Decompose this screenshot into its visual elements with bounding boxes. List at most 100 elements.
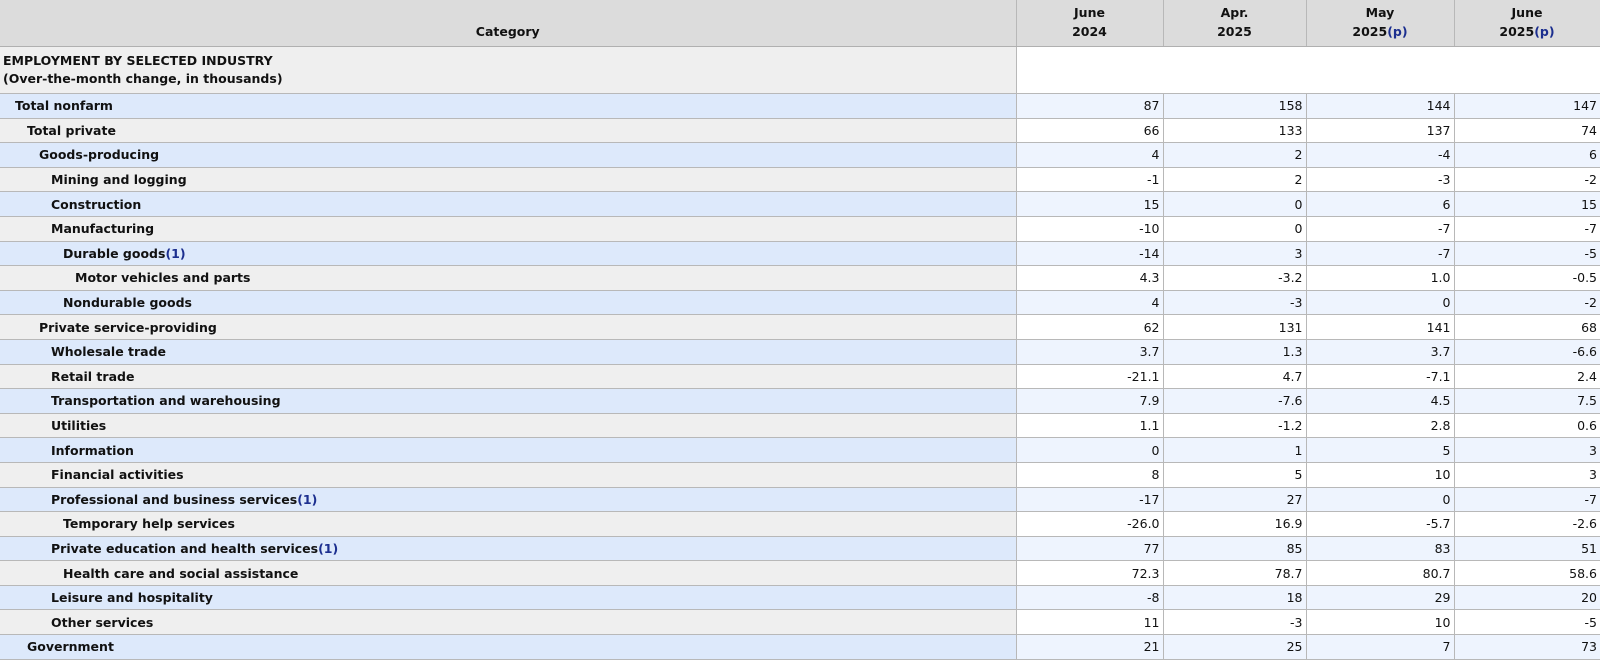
row-label: Other services xyxy=(0,609,1017,636)
table-row: Government 21 25 7 73 xyxy=(0,634,1600,660)
table-cell: 62 xyxy=(1016,314,1164,340)
table-cell: 0 xyxy=(1016,437,1164,463)
column-header-year: 2024 xyxy=(1072,24,1107,39)
table-cell: 2.8 xyxy=(1306,413,1455,439)
table-row: Total private 66 133 137 74 xyxy=(0,118,1600,144)
table-row: Manufacturing -10 0 -7 -7 xyxy=(0,216,1600,242)
row-label: Retail trade xyxy=(0,364,1017,390)
section-heading: EMPLOYMENT BY SELECTED INDUSTRY (Over-th… xyxy=(0,46,1017,94)
column-header-category-label: Category xyxy=(475,24,540,39)
table-cell: 27 xyxy=(1163,487,1307,513)
table-cell: 18 xyxy=(1163,585,1307,611)
row-label: Financial activities xyxy=(0,462,1017,488)
row-label: Goods-producing xyxy=(0,142,1017,168)
table-cell: 85 xyxy=(1163,536,1307,562)
table-cell: 133 xyxy=(1163,118,1307,144)
row-label: Leisure and hospitality xyxy=(0,585,1017,611)
row-label: Professional and business services(1) xyxy=(0,487,1017,513)
column-header-june-2025: June 2025(p) xyxy=(1454,0,1600,47)
table-cell: 10 xyxy=(1306,609,1455,636)
table-cell: 11 xyxy=(1016,609,1164,636)
table-cell: -17 xyxy=(1016,487,1164,513)
table-cell: 7 xyxy=(1306,634,1455,660)
table-row: Construction 15 0 6 15 xyxy=(0,191,1600,217)
preliminary-footnote-link[interactable]: (p) xyxy=(1387,24,1407,39)
table-row: Financial activities 8 5 10 3 xyxy=(0,462,1600,488)
column-header-month: May xyxy=(1365,5,1395,20)
table-cell: -5 xyxy=(1454,241,1600,267)
table-cell: 4.7 xyxy=(1163,364,1307,390)
table-cell: -3 xyxy=(1163,290,1307,316)
table-cell: -1 xyxy=(1016,167,1164,193)
table-row: Health care and social assistance 72.3 78.… xyxy=(0,560,1600,586)
table-cell: -3 xyxy=(1163,609,1307,636)
footnote-link[interactable]: (1) xyxy=(297,492,317,507)
row-label: Manufacturing xyxy=(0,216,1017,242)
preliminary-footnote-link[interactable]: (p) xyxy=(1534,24,1554,39)
table-cell: 20 xyxy=(1454,585,1600,611)
table-cell: 15 xyxy=(1016,191,1164,217)
table-row: Private education and health services(1)… xyxy=(0,536,1600,562)
table-cell: 66 xyxy=(1016,118,1164,144)
row-label: Private education and health services(1) xyxy=(0,536,1017,562)
row-label: Motor vehicles and parts xyxy=(0,265,1017,291)
table-cell: 73 xyxy=(1454,634,1600,660)
table-cell: -10 xyxy=(1016,216,1164,242)
table-cell: 25 xyxy=(1163,634,1307,660)
row-label: Temporary help services xyxy=(0,511,1017,537)
table-cell: 0 xyxy=(1163,216,1307,242)
table-cell: 72.3 xyxy=(1016,560,1164,586)
table-cell: 5 xyxy=(1306,437,1455,463)
table-cell: 3.7 xyxy=(1016,339,1164,365)
table-row: Total nonfarm 87 158 144 147 xyxy=(0,93,1600,119)
table-row: Retail trade -21.1 4.7 -7.1 2.4 xyxy=(0,364,1600,390)
table-cell: -1.2 xyxy=(1163,413,1307,439)
table-row: Motor vehicles and parts 4.3 -3.2 1.0 -0.5 xyxy=(0,265,1600,291)
table-row: Professional and business services(1) -17… xyxy=(0,487,1600,513)
row-label: Total private xyxy=(0,118,1017,144)
column-header-june-2024: June 2024 xyxy=(1016,0,1164,47)
table-cell: 0 xyxy=(1306,290,1455,316)
footnote-link[interactable]: (1) xyxy=(318,541,338,556)
table-row: Leisure and hospitality -8 18 29 20 xyxy=(0,585,1600,611)
column-header-category: Category xyxy=(0,0,1017,47)
table-cell: 0.6 xyxy=(1454,413,1600,439)
row-label: Nondurable goods xyxy=(0,290,1017,316)
table-cell: 4 xyxy=(1016,142,1164,168)
column-header-month: June xyxy=(1074,5,1105,20)
row-label: Total nonfarm xyxy=(0,93,1017,119)
table-cell: -21.1 xyxy=(1016,364,1164,390)
table-cell: 6 xyxy=(1454,142,1600,168)
table-cell: 7.5 xyxy=(1454,388,1600,414)
table-cell: 4.5 xyxy=(1306,388,1455,414)
column-header-year: 2025 xyxy=(1217,24,1252,39)
table-cell: 78.7 xyxy=(1163,560,1307,586)
table-cell: 4.3 xyxy=(1016,265,1164,291)
table-cell: -6.6 xyxy=(1454,339,1600,365)
column-header-year: 2025 xyxy=(1352,24,1388,39)
table-cell: 1 xyxy=(1163,437,1307,463)
footnote-link[interactable]: (1) xyxy=(165,246,185,261)
table-cell: -7 xyxy=(1454,487,1600,513)
header-row: Category June 2024 Apr. 2025 May 2025(p)… xyxy=(0,0,1600,47)
table-cell: 3 xyxy=(1454,437,1600,463)
table-cell: -5 xyxy=(1454,609,1600,636)
table-cell: 144 xyxy=(1306,93,1455,119)
table-cell: 2.4 xyxy=(1454,364,1600,390)
column-header-apr-2025: Apr. 2025 xyxy=(1163,0,1307,47)
employment-table: Category June 2024 Apr. 2025 May 2025(p)… xyxy=(0,0,1600,660)
table-row: Other services 11 -3 10 -5 xyxy=(0,609,1600,636)
table-cell: 141 xyxy=(1306,314,1455,340)
table-cell: 137 xyxy=(1306,118,1455,144)
table-cell: 83 xyxy=(1306,536,1455,562)
column-header-month: Apr. xyxy=(1220,5,1249,20)
table-row: Information 0 1 5 3 xyxy=(0,437,1600,463)
table-cell: 2 xyxy=(1163,142,1307,168)
table-row: Temporary help services -26.0 16.9 -5.7 -2.6 xyxy=(0,511,1600,537)
table-cell: 3 xyxy=(1163,241,1307,267)
table-row: Wholesale trade 3.7 1.3 3.7 -6.6 xyxy=(0,339,1600,365)
column-header-year: 2025 xyxy=(1499,24,1535,39)
table-cell: 51 xyxy=(1454,536,1600,562)
table-cell: -2 xyxy=(1454,167,1600,193)
table-cell: 29 xyxy=(1306,585,1455,611)
